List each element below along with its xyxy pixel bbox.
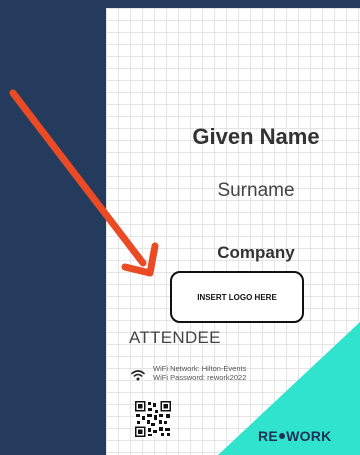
role-label: ATTENDEE: [129, 328, 221, 347]
rework-logo-dot: [279, 433, 286, 440]
screenshot-root: { "badge": { "given_name": "Given Name",…: [0, 0, 360, 455]
logo-placeholder-box: INSERT LOGO HERE: [170, 271, 304, 323]
wifi-password-line: WiFi Password: rework2022: [153, 373, 247, 382]
wifi-icon: [131, 370, 145, 381]
rework-logo-part1: RE: [258, 428, 279, 444]
surname-text: Surname: [217, 180, 295, 201]
qr-code-icon: [135, 401, 171, 437]
wifi-details: WiFi Network: Hilton-Events WiFi Passwor…: [153, 364, 246, 382]
logo-placeholder-label: INSERT LOGO HERE: [197, 292, 277, 302]
company-text: Company: [217, 243, 295, 262]
given-name-text: Given Name: [192, 124, 320, 149]
rework-logo: RE WORK: [258, 428, 332, 444]
rework-logo-part2: WORK: [286, 428, 332, 444]
wifi-network-line: WiFi Network: Hilton-Events: [153, 364, 247, 373]
name-badge-template: Given Name Surname Company INSERT LOGO H…: [106, 8, 360, 455]
